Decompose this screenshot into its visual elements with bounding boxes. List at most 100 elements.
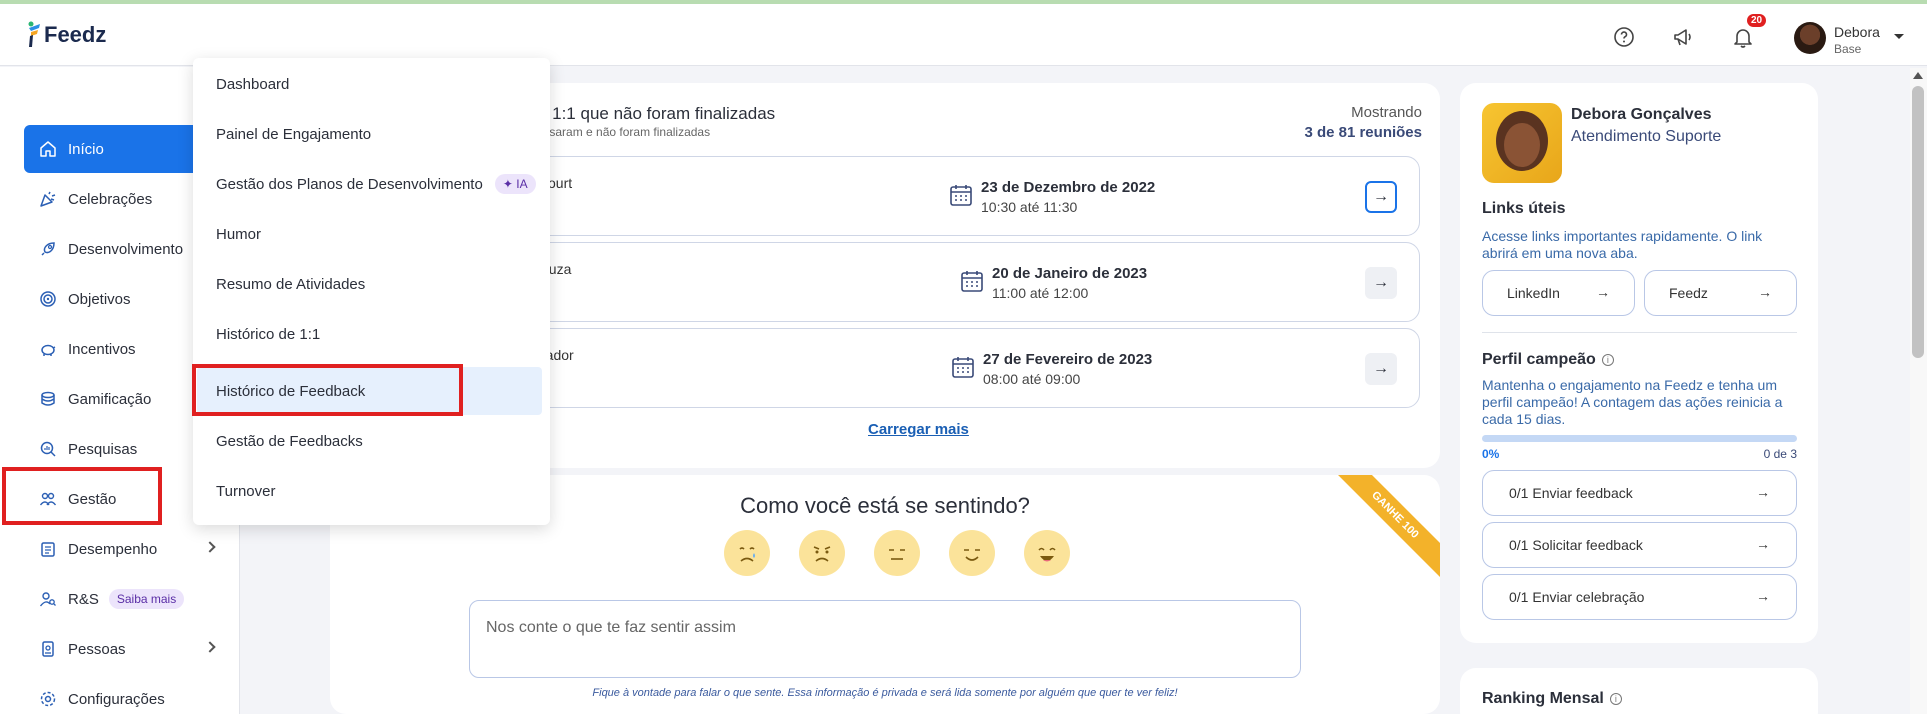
bell-icon[interactable] <box>1730 24 1756 50</box>
menu-item-turnover[interactable]: Turnover <box>193 467 550 515</box>
task-send-feedback-button[interactable]: 0/1 Enviar feedback → <box>1482 470 1797 516</box>
menu-item-label: Turnover <box>216 482 276 500</box>
menu-item-historico-1-1[interactable]: Histórico de 1:1 <box>193 310 550 358</box>
sparkle-icon: ✦ <box>502 177 513 191</box>
meeting-row[interactable]: rador 27 de Fevereiro de 2023 08:00 até … <box>520 328 1420 408</box>
sidebar-item-label: Desempenho <box>68 540 158 558</box>
profile-name: Debora Gonçalves <box>1571 106 1712 123</box>
meeting-date: 23 de Dezembro de 2022 <box>981 179 1156 196</box>
link-label: LinkedIn <box>1507 285 1560 301</box>
menu-item-painel-engajamento[interactable]: Painel de Engajamento <box>193 110 550 158</box>
open-meeting-button[interactable]: → <box>1365 267 1397 299</box>
champion-profile-title: Perfil campeão i <box>1482 351 1614 369</box>
ia-badge: ✦ IA <box>494 174 536 194</box>
feedz-logo[interactable]: Feedz <box>26 20 106 48</box>
user-avatar[interactable] <box>1794 22 1826 54</box>
menu-item-label: Painel de Engajamento <box>216 125 372 143</box>
sidebar-item-desempenho[interactable]: Desempenho <box>24 525 240 573</box>
arrow-right-icon: → <box>1373 188 1389 205</box>
sidebar-item-label: Início <box>68 140 104 158</box>
megaphone-icon[interactable] <box>1670 24 1696 50</box>
menu-item-resumo-atividades[interactable]: Resumo de Atividades <box>193 260 550 308</box>
arrow-right-icon: → <box>1373 360 1389 377</box>
neutral-face-icon[interactable] <box>874 530 920 576</box>
top-bar: Feedz 20 Debora Base <box>0 4 1927 66</box>
sidebar-item-rs[interactable]: R&S Saiba mais <box>24 575 240 623</box>
arrow-right-icon: → <box>1756 536 1770 552</box>
arrow-right-icon: → <box>1373 274 1389 291</box>
task-label: 0/1 Enviar feedback <box>1509 485 1633 501</box>
notification-count-badge: 20 <box>1747 14 1767 27</box>
meeting-time: 11:00 até 12:00 <box>992 285 1089 301</box>
scroll-up-arrow-icon[interactable] <box>1913 72 1923 79</box>
arrow-right-icon: → <box>1756 484 1770 500</box>
sidebar-item-label: Gamificação <box>68 390 152 408</box>
info-icon[interactable]: i <box>1601 353 1614 366</box>
coins-icon <box>38 389 58 409</box>
menu-item-label: Humor <box>216 225 262 243</box>
saiba-mais-badge[interactable]: Saiba mais <box>108 589 185 609</box>
linkedin-link-button[interactable]: LinkedIn → <box>1482 270 1635 316</box>
sidebar-item-label: Desenvolvimento <box>68 240 184 258</box>
menu-item-label: Gestão de Feedbacks <box>216 432 363 450</box>
target-icon <box>38 289 58 309</box>
sidebar-item-configuracoes[interactable]: Configurações <box>24 675 240 714</box>
meeting-time: 08:00 até 09:00 <box>983 371 1081 387</box>
menu-item-planos-desenvolvimento[interactable]: Gestão dos Planos de Desenvolvimento ✦ I… <box>193 160 550 208</box>
chevron-down-icon[interactable] <box>1894 34 1904 39</box>
profile-photo <box>1482 103 1562 183</box>
arrow-right-icon: → <box>1758 284 1772 300</box>
showing-value: 3 de 81 reuniões <box>1304 124 1422 141</box>
feedz-link-button[interactable]: Feedz → <box>1644 270 1797 316</box>
scrollbar-thumb[interactable] <box>1912 86 1924 358</box>
useful-links-description: Acesse links importantes rapidamente. O … <box>1482 228 1763 261</box>
chevron-right-icon <box>204 541 216 553</box>
meeting-row[interactable]: ouza 20 de Janeiro de 2023 11:00 até 12:… <box>520 242 1420 322</box>
home-icon <box>38 139 58 159</box>
task-request-feedback-button[interactable]: 0/1 Solicitar feedback → <box>1482 522 1797 568</box>
champion-title-text: Perfil campeão <box>1482 351 1596 368</box>
menu-item-gestao-feedbacks[interactable]: Gestão de Feedbacks <box>193 417 550 465</box>
happy-face-icon[interactable] <box>949 530 995 576</box>
meeting-row[interactable]: court 23 de Dezembro de 2022 10:30 até 1… <box>520 156 1420 236</box>
sidebar-item-pessoas[interactable]: Pessoas <box>24 625 240 673</box>
rocket-icon <box>38 239 58 259</box>
open-meeting-button[interactable]: → <box>1365 181 1397 213</box>
id-badge-icon <box>38 639 58 659</box>
sidebar-item-label: Celebrações <box>68 190 153 208</box>
party-icon <box>38 189 58 209</box>
load-more-link[interactable]: Carregar mais <box>868 421 969 438</box>
menu-item-humor[interactable]: Humor <box>193 210 550 258</box>
task-send-celebration-button[interactable]: 0/1 Enviar celebração → <box>1482 574 1797 620</box>
task-label: 0/1 Solicitar feedback <box>1509 537 1643 553</box>
progress-count: 0 de 3 <box>1763 447 1797 461</box>
meeting-date: 20 de Janeiro de 2023 <box>992 265 1148 282</box>
highlight-box-historico-feedback <box>192 364 463 416</box>
sidebar-item-label: Objetivos <box>68 290 131 308</box>
arrow-right-icon: → <box>1756 588 1770 604</box>
sidebar-item-label: Configurações <box>68 690 165 708</box>
menu-item-dashboard[interactable]: Dashboard <box>193 60 550 108</box>
ranking-title: Ranking Mensal i <box>1482 690 1622 708</box>
meetings-title: ões 1:1 que não foram finalizadas <box>520 104 776 123</box>
search-chart-icon <box>38 439 58 459</box>
info-icon[interactable]: i <box>1609 692 1622 705</box>
help-icon[interactable] <box>1611 24 1637 50</box>
divider <box>1482 332 1797 333</box>
crying-face-icon[interactable] <box>724 530 770 576</box>
calendar-icon <box>952 357 974 378</box>
very-happy-face-icon[interactable] <box>1024 530 1070 576</box>
calendar-icon <box>950 185 972 206</box>
mood-text-input[interactable]: Nos conte o que te faz sentir assim <box>469 600 1301 678</box>
sidebar-item-label: Pessoas <box>68 640 126 658</box>
user-name[interactable]: Debora <box>1834 24 1880 40</box>
person-search-icon <box>38 589 58 609</box>
logo-mark-icon <box>28 21 40 47</box>
progress-percent: 0% <box>1482 447 1500 461</box>
open-meeting-button[interactable]: → <box>1365 353 1397 385</box>
sad-face-icon[interactable] <box>799 530 845 576</box>
useful-links-title: Links úteis <box>1482 200 1566 217</box>
ranking-title-text: Ranking Mensal <box>1482 690 1604 707</box>
showing-label: Mostrando <box>1351 104 1422 121</box>
gestao-dropdown-menu: Dashboard Painel de Engajamento Gestão d… <box>193 58 550 525</box>
